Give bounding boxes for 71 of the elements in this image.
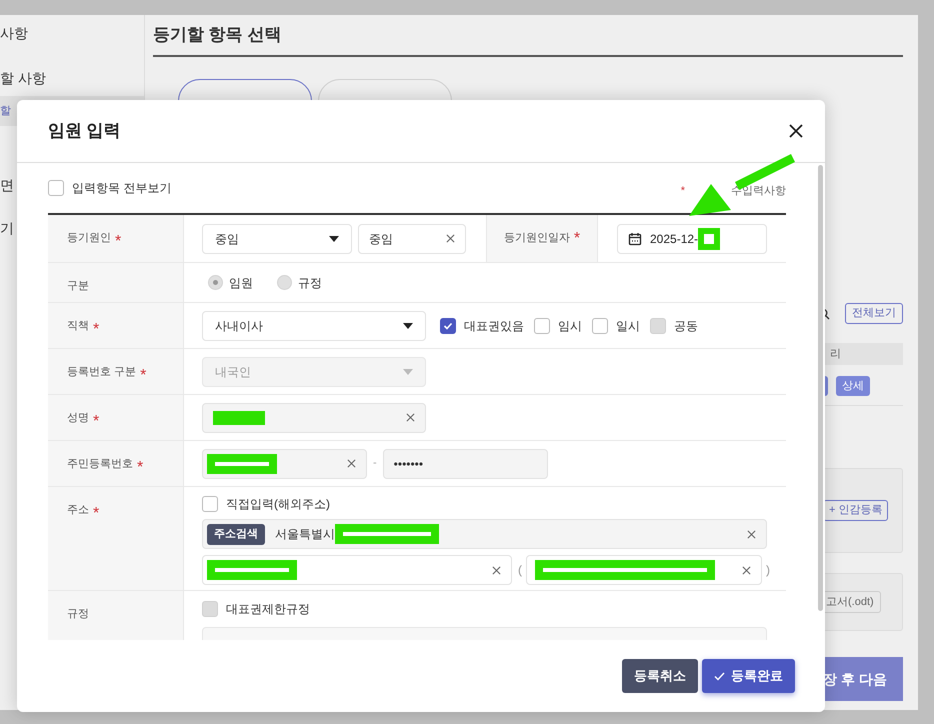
checkbox-label: 입력항목 전부보기 [72,180,172,197]
radio-button[interactable] [208,275,223,290]
caret-icon [403,322,413,328]
text-field[interactable] [202,448,367,478]
required-mark: * [574,228,580,248]
radio-label: 규정 [298,274,322,292]
required-mark: * [115,232,122,252]
required-mark: * [137,458,144,478]
close-icon[interactable] [789,124,803,138]
address-detail-field[interactable] [202,555,512,585]
clear-icon[interactable] [747,530,756,538]
paren-text: ( [518,562,522,579]
checkbox-label: 직접입력(해외주소) [226,496,330,513]
caret-icon [403,368,413,374]
sidebar-item[interactable]: 사항 [0,15,144,51]
separator-text: - [373,456,377,472]
field-label: 규정 [67,607,89,622]
dialog-title: 임원 입력 [48,120,121,142]
clear-icon[interactable] [347,459,356,468]
clear-icon[interactable] [492,566,501,574]
clear-icon[interactable] [406,413,415,422]
field-label: 직책 [67,319,89,334]
required-note: 수입력사항 [731,184,786,199]
checkbox[interactable] [592,318,608,334]
checkbox-label: 일시 [616,318,640,334]
required-mark: * [93,504,100,524]
text-field[interactable]: 중임 [358,224,466,254]
select-field[interactable]: 사내이사 [202,310,426,340]
check-icon [714,672,725,680]
page-title: 등기할 항목 선택 [153,24,282,46]
clear-icon[interactable] [446,234,455,243]
caret-icon [329,236,339,242]
checkbox[interactable] [202,496,218,512]
required-mark: * [680,184,685,199]
scrollbar[interactable] [818,165,823,611]
radio-label: 임원 [229,274,253,292]
calendar-icon [628,232,642,246]
paren-text: ) [766,562,770,579]
field-label: 구분 [67,279,89,294]
checkbox[interactable] [440,318,456,334]
date-field[interactable]: 2025-12- [617,224,767,254]
field-label: 등기원인 [67,231,111,246]
password-field[interactable]: ••••••• [382,448,548,478]
field-label: 주민등록번호 [67,457,133,472]
select-field[interactable]: 중임 [202,224,352,254]
checkbox-label: 공동 [674,318,698,334]
checkbox-label: 임시 [558,318,582,334]
cancel-button[interactable]: 등록취소 [622,659,698,693]
clear-icon[interactable] [742,566,751,574]
field-label: 성명 [67,411,89,426]
radio-button[interactable] [277,275,292,290]
column-header: 리 [830,346,841,362]
address-extra-field[interactable] [526,555,762,585]
field-label: 등기원인일자 [504,231,570,246]
confirm-button[interactable]: 등록완료 [702,659,795,693]
check-icon [443,320,453,330]
checkbox[interactable] [48,180,64,196]
field-label: 주소 [67,503,89,518]
checkbox-label: 대표권있음 [464,318,524,334]
required-mark: * [93,412,100,432]
field-label: 등록번호 구분 [67,365,136,380]
text-field[interactable] [202,402,426,432]
required-mark: * [140,366,146,386]
sidebar-item[interactable]: 할 사항 [0,60,144,96]
address-text: 서울특별시 [275,526,335,543]
checkbox[interactable] [534,318,550,334]
required-mark: * [93,320,100,340]
address-search-button[interactable]: 주소검색 [207,524,265,544]
checkbox-label: 대표권제한규정 [226,601,310,618]
view-all-button[interactable]: 전체보기 [845,303,903,324]
address-field[interactable]: 주소검색 서울특별시 [202,519,767,549]
